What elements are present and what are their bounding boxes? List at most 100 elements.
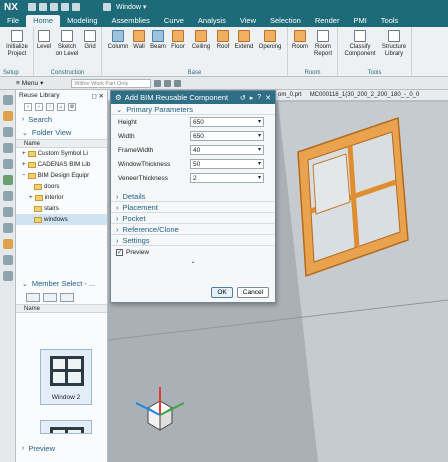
classify-component-button[interactable]: Classify Component [342, 30, 378, 58]
gear-icon[interactable]: ⚙ [115, 93, 122, 102]
search-section[interactable]: › Search [16, 113, 107, 126]
settings-section[interactable]: › Settings [111, 235, 275, 246]
roof-button[interactable]: Roof [215, 30, 231, 51]
expand-more-icon[interactable]: ⌄ [111, 258, 275, 265]
tree-item-selected[interactable]: windows [16, 214, 107, 225]
ceiling-button[interactable]: Ceiling [190, 30, 212, 51]
select-icon[interactable] [174, 79, 182, 87]
structure-library-button[interactable]: Structure Library [380, 30, 408, 58]
column-button[interactable]: Column [108, 30, 128, 51]
initialize-project-button[interactable]: Initialize Project [3, 30, 31, 58]
tab-file[interactable]: File [0, 15, 26, 27]
dialog-title-bar[interactable]: ⚙ Add BIM Reusable Component ↺ ▸ ? ✕ [111, 91, 275, 104]
tab-tools[interactable]: Tools [374, 15, 406, 27]
selection-toolbar: ≡ Menu ▾ Within Work Part Only [0, 77, 448, 90]
tab-home[interactable]: Home [26, 15, 61, 27]
pocket-section[interactable]: › Pocket [111, 213, 275, 224]
primary-parameters-section[interactable]: ⌄ Primary Parameters [111, 104, 275, 115]
view-mode-icon[interactable] [26, 292, 40, 302]
window-menu[interactable]: Window ▾ [103, 3, 146, 11]
tab-analysis[interactable]: Analysis [191, 15, 233, 27]
expand-icon[interactable]: + [22, 160, 26, 170]
level-button[interactable]: Level [37, 30, 51, 51]
library-tree: + Custom Symbol Li + CADENAS BIM Lib − BIM … [16, 148, 107, 225]
tab-render[interactable]: Render [308, 15, 347, 27]
member-select-section[interactable]: ⌄ Member Select - ... [16, 277, 107, 290]
extend-icon [238, 30, 250, 42]
clock-icon[interactable] [2, 255, 13, 265]
more-icon[interactable]: ▸ [250, 94, 254, 102]
tree-item[interactable]: stairs [16, 203, 107, 214]
beam-button[interactable]: Beam [150, 30, 166, 51]
copy-icon[interactable] [72, 3, 80, 11]
reference-clone-section[interactable]: › Reference/Clone [111, 224, 275, 235]
member-item-window-2[interactable]: Window 2 [40, 349, 92, 405]
constraint-navigator-icon[interactable] [2, 127, 13, 137]
opening-button[interactable]: Opening [257, 30, 283, 51]
reuse-library-icon[interactable] [2, 143, 13, 153]
system-materials-icon[interactable] [2, 175, 13, 185]
details-section[interactable]: › Details [111, 191, 275, 202]
filter-icon[interactable] [43, 292, 57, 302]
preview-checkbox[interactable]: ✓ [116, 248, 123, 256]
height-dropdown[interactable]: 650 [190, 117, 264, 127]
floor-button[interactable]: Floor [169, 30, 187, 51]
tab-assemblies[interactable]: Assemblies [105, 15, 157, 27]
ok-button[interactable]: OK [211, 287, 233, 298]
sort-icon[interactable] [60, 292, 74, 302]
framewidth-dropdown[interactable]: 40 [190, 145, 264, 155]
roles-icon[interactable] [2, 207, 13, 217]
redo-icon[interactable] [50, 3, 58, 11]
palettes-icon[interactable] [2, 239, 13, 249]
wall-button[interactable]: Wall [131, 30, 147, 51]
member-item-partial[interactable] [40, 420, 92, 434]
up-icon[interactable]: ↑ [46, 103, 54, 111]
extend-button[interactable]: Extend [234, 30, 254, 51]
cut-icon[interactable] [61, 3, 69, 11]
room-report-button[interactable]: Room Report [312, 30, 334, 58]
tab-selection[interactable]: Selection [263, 15, 308, 27]
tree-item[interactable]: doors [16, 181, 107, 192]
reset-icon[interactable]: ↺ [240, 94, 246, 102]
expand-icon[interactable]: + [22, 149, 26, 159]
placement-section[interactable]: › Placement [111, 202, 275, 213]
teamcenter-icon[interactable] [2, 271, 13, 281]
menu-button[interactable]: ≡ Menu ▾ [0, 79, 43, 88]
tab-modeling[interactable]: Modeling [60, 15, 104, 27]
assembly-navigator-icon[interactable] [2, 111, 13, 121]
cancel-button[interactable]: Cancel [236, 287, 269, 298]
tree-item[interactable]: + CADENAS BIM Lib [16, 159, 107, 170]
settings-icon[interactable]: ⚙ [68, 103, 76, 111]
grid-button[interactable]: Grid [83, 30, 97, 51]
part-navigator-icon[interactable] [2, 95, 13, 105]
process-studio-icon[interactable] [2, 191, 13, 201]
preview-section[interactable]: › Preview [16, 442, 55, 455]
pin-icon[interactable]: ◻ ✕ [91, 92, 104, 100]
close-icon[interactable]: ✕ [265, 94, 271, 102]
home-icon[interactable]: ⌂ [57, 103, 65, 111]
tree-item[interactable]: + interior [16, 192, 107, 203]
width-dropdown[interactable]: 650 [190, 131, 264, 141]
filter-icon[interactable] [164, 79, 172, 87]
tab-curve[interactable]: Curve [157, 15, 191, 27]
folder-view-section[interactable]: ⌄ Folder View [16, 126, 107, 139]
web-browser-icon[interactable] [2, 223, 13, 233]
history-icon[interactable] [2, 159, 13, 169]
expand-icon[interactable]: + [29, 193, 33, 203]
room-button[interactable]: Room [291, 30, 309, 51]
tab-pmi[interactable]: PMI [346, 15, 373, 27]
tree-item[interactable]: − BIM Design Equipr [16, 170, 107, 181]
save-icon[interactable] [28, 3, 36, 11]
sketch-on-level-button[interactable]: Sketch on Level [55, 30, 79, 58]
collapse-icon[interactable]: − [22, 171, 26, 181]
undo-icon[interactable] [39, 3, 47, 11]
veneerthickness-dropdown[interactable]: 2 [190, 173, 264, 183]
tab-view[interactable]: View [233, 15, 263, 27]
selection-scope-dropdown[interactable]: Within Work Part Only [71, 78, 152, 88]
help-icon[interactable]: ? [257, 94, 261, 102]
tree-item[interactable]: + Custom Symbol Li [16, 148, 107, 159]
windowthickness-dropdown[interactable]: 50 [190, 159, 264, 169]
forward-icon[interactable]: › [35, 103, 43, 111]
snap-icon[interactable] [154, 79, 162, 87]
back-icon[interactable]: ‹ [24, 103, 32, 111]
